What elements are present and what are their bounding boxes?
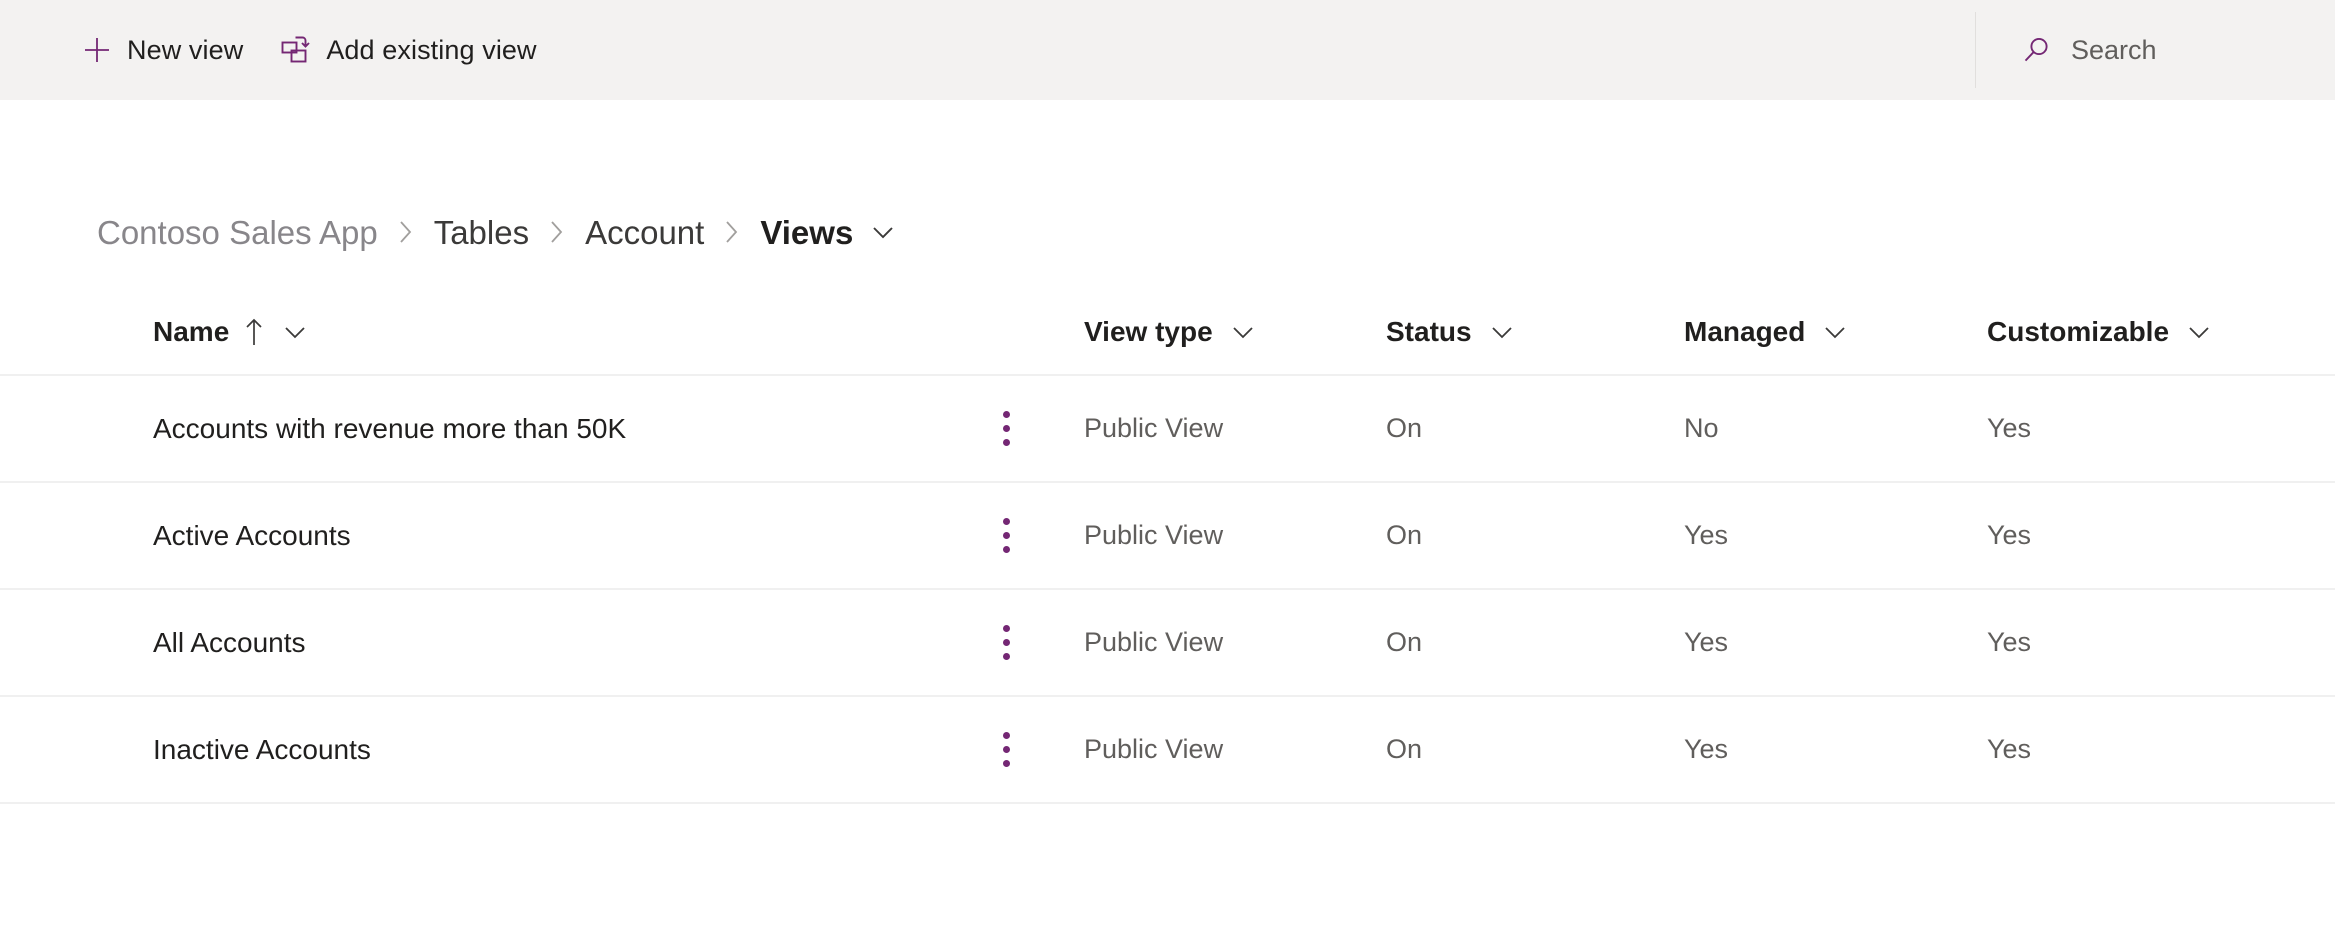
more-vertical-icon[interactable] — [984, 616, 1028, 670]
table-row[interactable]: Inactive Accounts Public View On Yes Yes — [0, 697, 2335, 804]
table-row[interactable]: All Accounts Public View On Yes Yes — [0, 590, 2335, 697]
add-existing-view-button[interactable]: Add existing view — [261, 0, 554, 100]
command-bar-actions: New view Add existing view — [0, 0, 555, 100]
more-vertical-icon[interactable] — [984, 509, 1028, 563]
search-box[interactable]: Search — [2020, 0, 2197, 100]
row-menu-button[interactable] — [984, 616, 1084, 670]
breadcrumb-separator — [395, 217, 417, 247]
plus-icon — [80, 33, 114, 67]
column-header-status-label: Status — [1386, 316, 1472, 347]
breadcrumb: Contoso Sales App Tables Account Views — [97, 208, 897, 256]
chevron-down-icon[interactable] — [282, 319, 308, 345]
cell-customizable: Yes — [1987, 413, 2032, 443]
add-existing-view-icon — [279, 33, 313, 67]
cell-view-type: Public View — [1084, 627, 1224, 657]
cell-view-type: Public View — [1084, 413, 1224, 443]
column-header-view-type[interactable]: View type — [1084, 316, 1386, 348]
command-bar-divider — [1975, 12, 1976, 88]
column-header-status[interactable]: Status — [1386, 316, 1684, 348]
cell-name: Inactive Accounts — [153, 733, 371, 765]
command-bar: New view Add existing view Search — [0, 0, 2335, 100]
breadcrumb-item-account[interactable]: Account — [585, 216, 704, 249]
cell-status: On — [1386, 734, 1423, 764]
row-menu-button[interactable] — [984, 402, 1084, 456]
column-header-name[interactable]: Name — [78, 315, 984, 349]
views-table: Name View type Status Managed Customizab… — [0, 290, 2335, 804]
cell-customizable: Yes — [1987, 520, 2032, 550]
table-row[interactable]: Accounts with revenue more than 50K Publ… — [0, 376, 2335, 483]
column-header-managed-label: Managed — [1684, 316, 1806, 347]
chevron-down-icon[interactable] — [1489, 319, 1515, 345]
more-vertical-icon[interactable] — [984, 402, 1028, 456]
breadcrumb-separator — [546, 217, 568, 247]
more-vertical-icon[interactable] — [984, 723, 1028, 777]
cell-customizable: Yes — [1987, 734, 2032, 764]
breadcrumb-separator — [721, 217, 743, 247]
chevron-down-icon[interactable] — [2186, 319, 2212, 345]
breadcrumb-item-views: Views — [760, 213, 854, 251]
cell-managed: No — [1684, 413, 1719, 443]
cell-name: Accounts with revenue more than 50K — [153, 412, 627, 444]
cell-name: All Accounts — [153, 626, 306, 658]
column-header-customizable-label: Customizable — [1987, 316, 2170, 347]
table-row[interactable]: Active Accounts Public View On Yes Yes — [0, 483, 2335, 590]
cell-managed: Yes — [1684, 520, 1729, 550]
column-header-view-type-label: View type — [1084, 316, 1213, 347]
row-menu-button[interactable] — [984, 509, 1084, 563]
cell-view-type: Public View — [1084, 734, 1224, 764]
cell-status: On — [1386, 627, 1423, 657]
chevron-down-icon[interactable] — [869, 218, 897, 246]
table-header-row: Name View type Status Managed Customizab… — [0, 290, 2335, 376]
breadcrumb-item-app[interactable]: Contoso Sales App — [97, 216, 378, 249]
cell-name: Active Accounts — [153, 519, 351, 551]
cell-managed: Yes — [1684, 627, 1729, 657]
add-existing-view-label: Add existing view — [326, 34, 537, 65]
column-header-name-label: Name — [153, 316, 230, 347]
row-menu-button[interactable] — [984, 723, 1084, 777]
column-header-managed[interactable]: Managed — [1684, 316, 1987, 348]
breadcrumb-item-tables[interactable]: Tables — [434, 216, 529, 249]
column-header-customizable[interactable]: Customizable — [1987, 316, 2327, 348]
search-placeholder: Search — [2071, 34, 2157, 65]
new-view-label: New view — [127, 34, 244, 65]
cell-status: On — [1386, 520, 1423, 550]
new-view-button[interactable]: New view — [62, 0, 261, 100]
arrow-up-icon — [243, 315, 265, 349]
cell-status: On — [1386, 413, 1423, 443]
search-icon — [2020, 33, 2054, 67]
chevron-down-icon[interactable] — [1230, 319, 1256, 345]
cell-customizable: Yes — [1987, 627, 2032, 657]
page-content: Contoso Sales App Tables Account Views N… — [0, 100, 2335, 937]
chevron-down-icon[interactable] — [1822, 319, 1848, 345]
cell-managed: Yes — [1684, 734, 1729, 764]
cell-view-type: Public View — [1084, 520, 1224, 550]
